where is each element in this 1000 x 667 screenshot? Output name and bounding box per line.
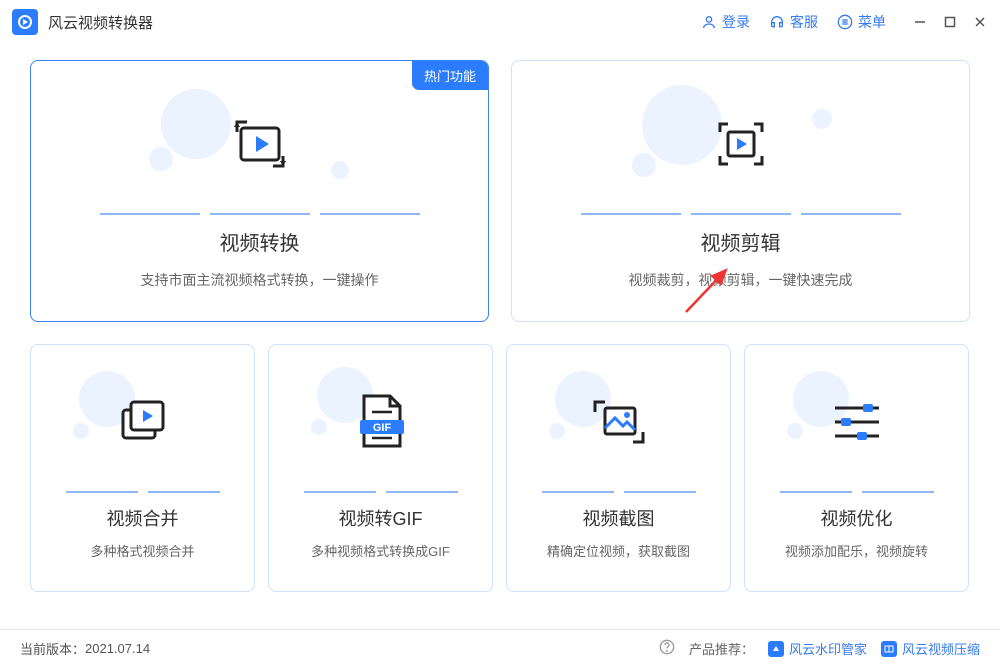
product-label: 风云水印管家 <box>789 639 867 658</box>
version-value: 2021.07.14 <box>85 641 150 656</box>
product-compress-link[interactable]: 风云视频压缩 <box>881 639 980 658</box>
header-actions: 登录 客服 菜单 <box>700 12 988 32</box>
close-button[interactable] <box>972 14 988 30</box>
card-video-merge[interactable]: 视频合并 多种格式视频合并 <box>30 344 255 592</box>
gif-icon: GIF <box>269 367 492 477</box>
card-title: 视频截图 <box>583 505 655 531</box>
card-desc: 多种格式视频合并 <box>90 541 194 560</box>
user-icon <box>700 13 718 31</box>
compress-app-icon <box>881 641 897 657</box>
headset-icon <box>768 13 786 31</box>
card-title: 视频优化 <box>821 505 893 531</box>
watermark-app-icon <box>768 641 784 657</box>
screenshot-icon <box>507 367 730 477</box>
menu-icon <box>836 13 854 31</box>
optimize-icon <box>745 367 968 477</box>
product-watermark-link[interactable]: 风云水印管家 <box>768 639 867 658</box>
app-title: 风云视频转换器 <box>48 12 153 33</box>
menu-label: 菜单 <box>858 12 886 32</box>
card-video-convert[interactable]: 热门功能 视频转换 支持市面主流视频格式转换，一键操作 <box>30 60 489 322</box>
edit-icon <box>512 89 969 199</box>
main-content: 热门功能 视频转换 支持市面主流视频格式转换，一键操作 <box>0 44 1000 602</box>
login-button[interactable]: 登录 <box>700 12 750 32</box>
titlebar: 风云视频转换器 登录 客服 菜单 <box>0 0 1000 44</box>
hot-badge: 热门功能 <box>412 61 488 90</box>
merge-icon <box>31 367 254 477</box>
card-desc: 多种视频格式转换成GIF <box>311 541 450 560</box>
version-label: 当前版本： <box>20 639 85 658</box>
minimize-button[interactable] <box>912 14 928 30</box>
app-logo-icon <box>12 9 38 35</box>
card-title: 视频转换 <box>220 227 300 256</box>
convert-icon <box>31 89 488 199</box>
card-video-edit[interactable]: 视频剪辑 视频裁剪，视频剪辑，一键快速完成 <box>511 60 970 322</box>
card-title: 视频剪辑 <box>701 227 781 256</box>
card-title: 视频转GIF <box>339 505 423 531</box>
card-desc: 视频添加配乐，视频旋转 <box>785 541 928 560</box>
card-video-optimize[interactable]: 视频优化 视频添加配乐，视频旋转 <box>744 344 969 592</box>
recommend-label: 产品推荐： <box>689 639 754 658</box>
footer: 当前版本： 2021.07.14 产品推荐： 风云水印管家 风云视频压缩 <box>0 629 1000 667</box>
card-title: 视频合并 <box>107 505 179 531</box>
card-desc: 支持市面主流视频格式转换，一键操作 <box>141 270 379 290</box>
service-label: 客服 <box>790 12 818 32</box>
card-desc: 精确定位视频，获取截图 <box>547 541 690 560</box>
card-video-to-gif[interactable]: GIF 视频转GIF 多种视频格式转换成GIF <box>268 344 493 592</box>
card-desc: 视频裁剪，视频剪辑，一键快速完成 <box>629 270 853 290</box>
help-icon[interactable] <box>659 639 675 658</box>
card-video-screenshot[interactable]: 视频截图 精确定位视频，获取截图 <box>506 344 731 592</box>
product-label: 风云视频压缩 <box>902 639 980 658</box>
login-label: 登录 <box>722 12 750 32</box>
menu-button[interactable]: 菜单 <box>836 12 886 32</box>
maximize-button[interactable] <box>942 14 958 30</box>
svg-text:GIF: GIF <box>372 422 391 434</box>
service-button[interactable]: 客服 <box>768 12 818 32</box>
